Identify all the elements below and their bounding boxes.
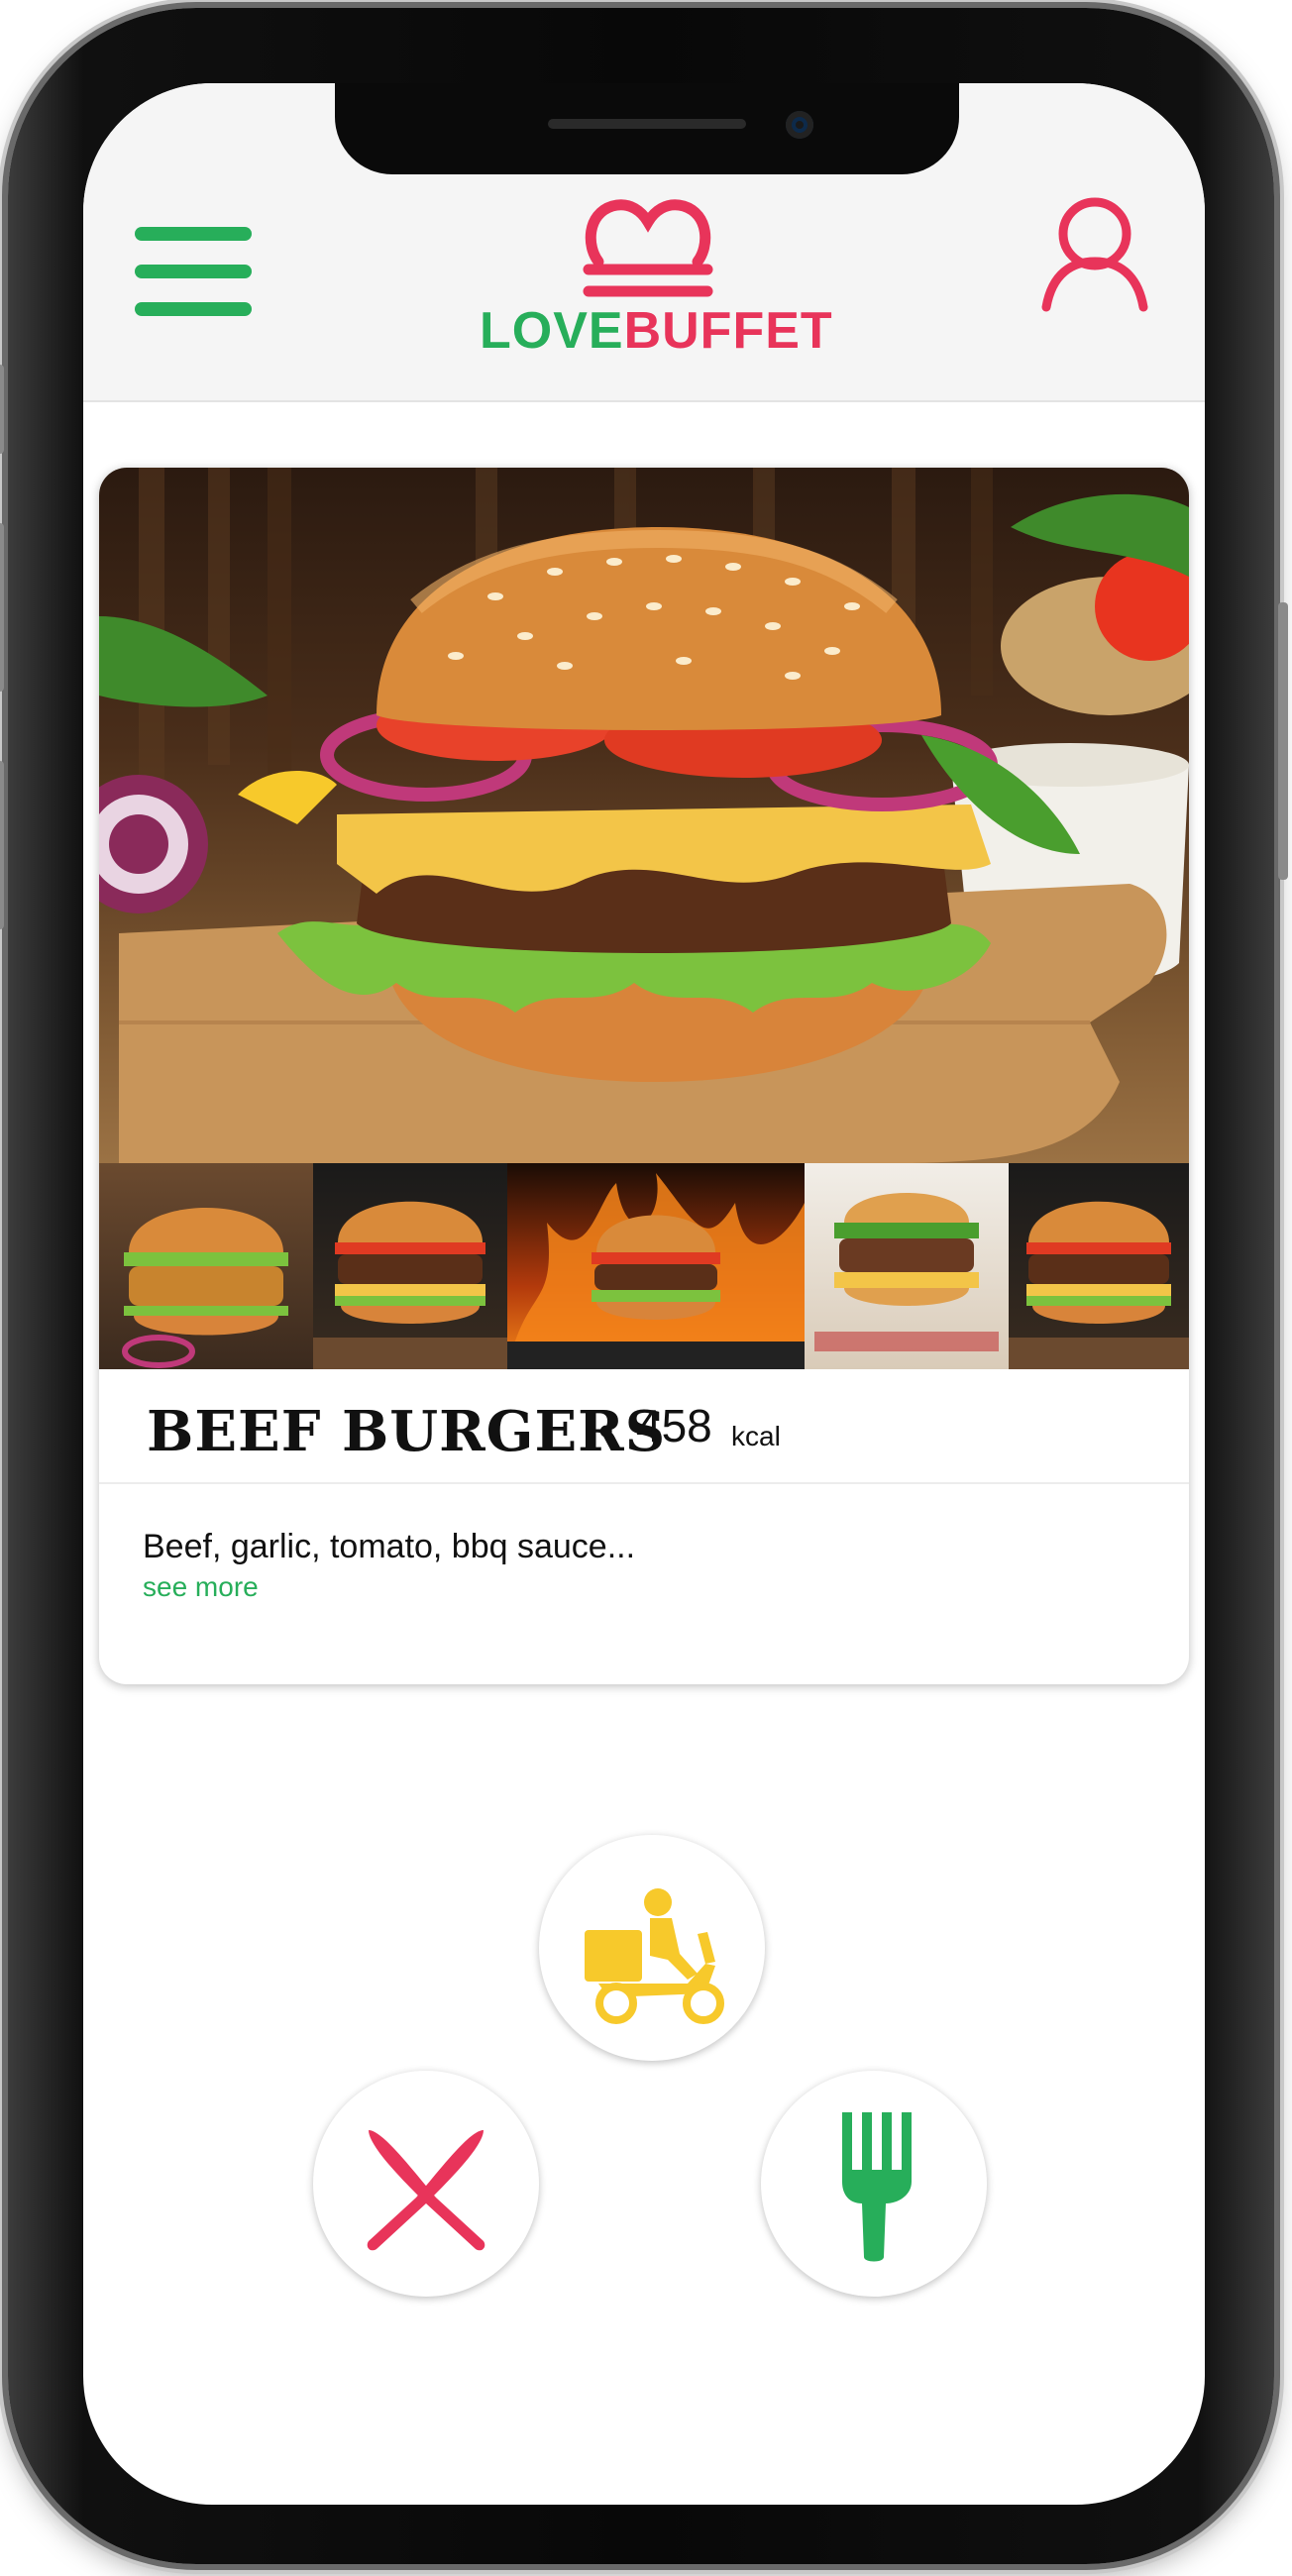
mute-switch xyxy=(0,365,4,454)
reject-button[interactable] xyxy=(313,2071,539,2297)
thumbnail-gallery xyxy=(99,1163,1189,1369)
dish-hero-image xyxy=(99,468,1189,1163)
delivery-scooter-icon xyxy=(585,1888,724,2024)
logo-text-buffet: BUFFET xyxy=(623,302,833,360)
logo-wordmark: LOVEBUFFET xyxy=(480,301,832,361)
dish-description: Beef, garlic, tomato, bbq sauce... xyxy=(143,1528,636,1565)
thumbnail-classic-burger[interactable] xyxy=(1009,1163,1189,1369)
thumbnail-gourmet-burger[interactable] xyxy=(805,1163,1009,1369)
power-button xyxy=(1278,602,1288,880)
dish-card[interactable]: BEEF BURGERS • 458 kcal Beef, garlic, to… xyxy=(99,468,1189,1684)
thumbnail-crispy-chicken-burger[interactable] xyxy=(99,1163,313,1369)
logo-text-love: LOVE xyxy=(480,302,624,360)
notch xyxy=(335,83,959,174)
dish-title-row: BEEF BURGERS • 458 kcal xyxy=(99,1369,1189,1484)
thumbnail-cheeseburger[interactable] xyxy=(313,1163,507,1369)
profile-icon[interactable] xyxy=(1040,194,1149,318)
thumbnail-flame-burger[interactable] xyxy=(507,1163,805,1369)
speaker-grille xyxy=(548,119,746,129)
cross-icon xyxy=(367,2130,485,2251)
calorie-unit: kcal xyxy=(731,1421,781,1451)
separator-dot: • xyxy=(598,1407,614,1455)
volume-up-button xyxy=(0,523,4,692)
fork-icon xyxy=(842,2112,912,2262)
logo-heart-icon xyxy=(583,199,713,297)
calorie-value: 458 xyxy=(636,1400,712,1451)
phone-frame: LOVEBUFFET BEEF BURGERS • 458 kcal Beef,… xyxy=(0,8,1288,2564)
phone-screen: LOVEBUFFET BEEF BURGERS • 458 kcal Beef,… xyxy=(83,83,1205,2505)
volume-down-button xyxy=(0,761,4,929)
front-camera xyxy=(786,111,813,139)
see-more-link[interactable]: see more xyxy=(143,1571,259,1603)
accept-button[interactable] xyxy=(761,2071,987,2297)
lovebuffet-logo: LOVEBUFFET xyxy=(480,192,832,390)
hamburger-menu-icon[interactable] xyxy=(135,227,252,316)
dish-name: BEEF BURGERS xyxy=(147,1399,667,1464)
delivery-button[interactable] xyxy=(539,1835,765,2061)
